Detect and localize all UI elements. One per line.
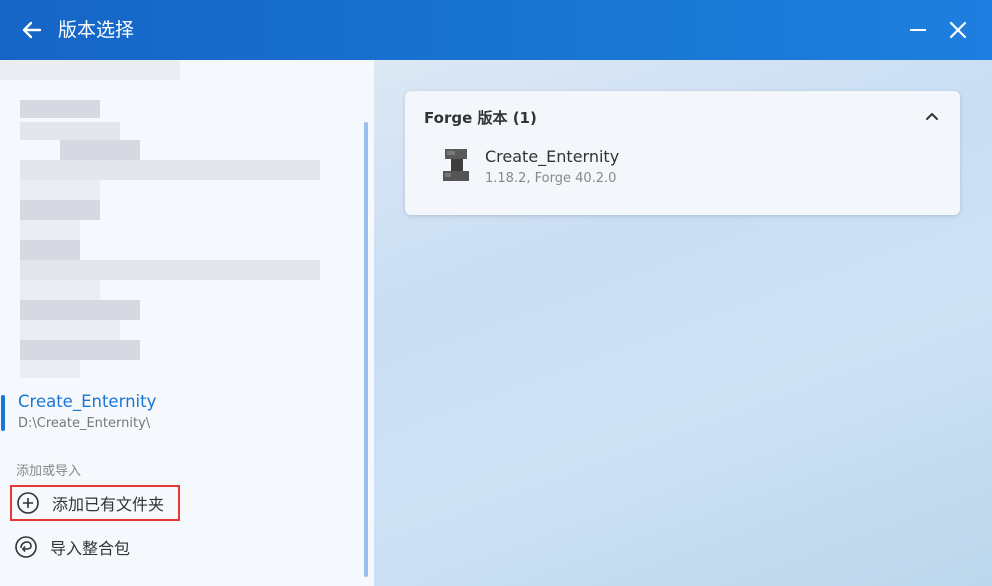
title-bar: 版本选择 [0,0,992,60]
minimize-icon[interactable] [906,18,930,42]
add-existing-folder-label: 添加已有文件夹 [52,495,165,514]
selected-instance-path: D:\Create_Enternity\ [18,416,151,431]
import-modpack-button[interactable]: 导入整合包 [10,529,180,565]
window-title: 版本选择 [58,19,135,41]
forge-version-group-card: Forge 版本 (1) Create_Enternity 1.18.2, Fo… [405,91,960,215]
version-item-detail: 1.18.2, Forge 40.2.0 [485,171,617,186]
plus-circle-icon [17,492,39,514]
group-header[interactable]: Forge 版本 (1) [424,107,537,128]
version-item-name[interactable]: Create_Enternity [485,147,619,166]
chevron-up-icon[interactable] [923,108,941,126]
import-modpack-label: 导入整合包 [50,539,131,558]
anvil-icon [443,149,469,181]
add-import-section-label: 添加或导入 [16,464,82,479]
back-arrow-icon[interactable] [20,18,44,42]
blurred-instance-list [0,60,360,385]
selection-indicator [1,395,5,431]
sidebar-scrollbar[interactable] [364,122,368,577]
sidebar: Create_Enternity D:\Create_Enternity\ 添加… [0,60,374,586]
package-import-icon [15,536,37,558]
selected-instance-name[interactable]: Create_Enternity [18,392,156,411]
close-icon[interactable] [946,18,970,42]
add-existing-folder-button[interactable]: 添加已有文件夹 [10,485,180,521]
main-content: Forge 版本 (1) Create_Enternity 1.18.2, Fo… [374,60,992,586]
